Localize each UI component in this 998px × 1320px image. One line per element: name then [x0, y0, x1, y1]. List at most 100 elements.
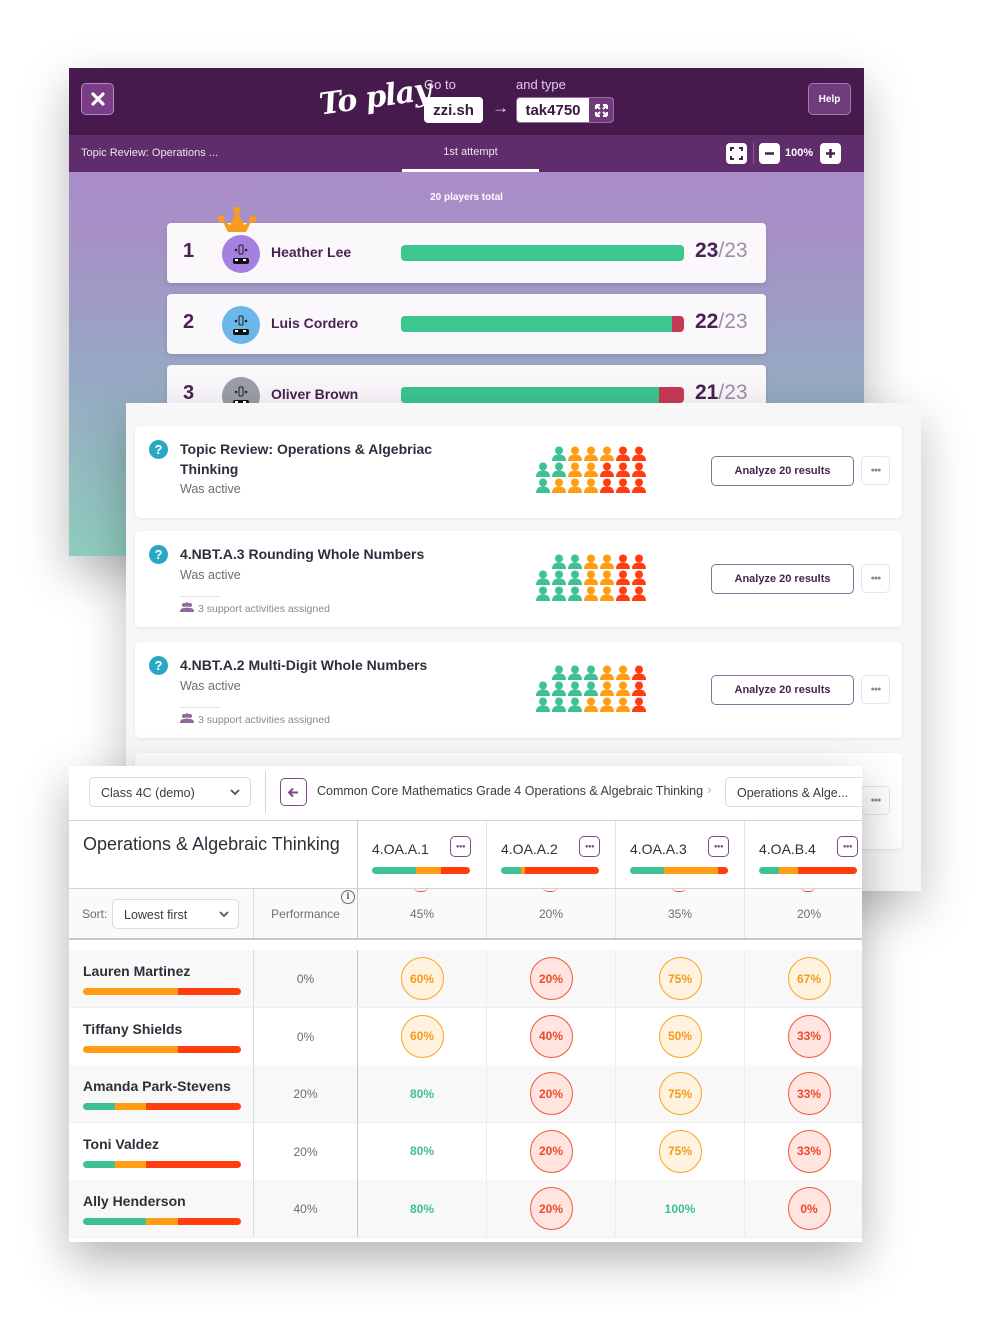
info-icon[interactable]: i — [341, 890, 355, 904]
crown-icon — [217, 206, 257, 232]
more-options-button[interactable]: ●●● — [861, 456, 890, 485]
score-cell[interactable]: 20% — [486, 1065, 615, 1122]
support-activities[interactable]: 3 support activities assigned — [180, 713, 330, 726]
breadcrumb-current[interactable]: Operations & Alge... — [725, 777, 862, 807]
score-cell[interactable]: 33% — [744, 1065, 862, 1122]
person-icon — [583, 665, 599, 680]
strand-title: Operations & Algebraic Thinking — [83, 834, 340, 854]
distribution-segment — [718, 867, 728, 874]
standard-code: 4.OA.A.1 — [372, 841, 429, 857]
distribution-segment — [114, 1160, 147, 1168]
standard-options-button[interactable]: ●●● — [708, 836, 729, 857]
analyze-results-button[interactable]: Analyze 20 results — [711, 564, 854, 594]
activity-card[interactable]: ? Topic Review: Operations & Algebriac Th… — [135, 426, 902, 518]
student-row: Toni Valdez 20% 80% 20% 75% 33% — [69, 1122, 862, 1181]
analyze-results-button[interactable]: Analyze 20 results — [711, 675, 854, 705]
activity-title[interactable]: 4.NBT.A.2 Multi-Digit Whole Numbers — [180, 655, 450, 675]
more-options-button[interactable]: ●●● — [861, 675, 890, 704]
person-icon — [631, 570, 647, 585]
standards-report: Class 4C (demo) Common Core Mathematics … — [69, 766, 862, 1242]
score-cell[interactable]: 20% — [486, 950, 615, 1007]
more-options-button[interactable]: ●●● — [861, 564, 890, 593]
student-name[interactable]: Toni Valdez — [83, 1136, 159, 1152]
distribution-segment — [372, 867, 417, 874]
distribution-segment — [759, 867, 779, 874]
score-badge: 60% — [400, 1014, 444, 1058]
standard-column[interactable]: 4.OA.A.1 ●●● — [357, 821, 486, 888]
score-cell[interactable]: 60% — [357, 1007, 486, 1065]
breadcrumb-path[interactable]: Common Core Mathematics Grade 4 Operatio… — [317, 784, 703, 798]
standard-options-button[interactable]: ●●● — [837, 836, 858, 857]
standard-column[interactable]: 4.OA.A.3 ●●● — [615, 821, 744, 888]
person-icon — [551, 570, 567, 585]
student-row: Ally Henderson 40% 80% 20% 100% 0% — [69, 1180, 862, 1238]
sort-select[interactable]: Lowest first — [112, 899, 239, 929]
analyze-results-button[interactable]: Analyze 20 results — [711, 456, 854, 486]
help-button[interactable]: Help — [808, 83, 851, 115]
student-distribution-bar — [83, 1160, 241, 1168]
ellipsis-icon: ●●● — [870, 575, 882, 582]
student-name[interactable]: Ally Henderson — [83, 1193, 186, 1209]
back-button[interactable] — [280, 778, 307, 806]
person-icon — [551, 681, 567, 696]
student-mastery-icons — [535, 446, 647, 494]
standards-header: Operations & Algebraic Thinking 4.OA.A.1… — [69, 821, 862, 889]
score-cell[interactable]: 80% — [357, 1065, 486, 1122]
fullscreen-button[interactable] — [726, 143, 747, 164]
student-performance: 0% — [253, 1007, 357, 1065]
score-cell[interactable]: 80% — [357, 1180, 486, 1237]
standard-distribution-bar — [630, 867, 728, 874]
score-cell[interactable]: 100% — [615, 1180, 744, 1237]
player-name: Luis Cordero — [271, 315, 359, 331]
standard-column[interactable]: 4.OA.A.2 ●●● — [486, 821, 615, 888]
distribution-segment — [630, 867, 665, 874]
score-cell[interactable]: 20% — [486, 1122, 615, 1180]
score-badge: 20% — [529, 1187, 573, 1230]
more-options-button[interactable]: ●●● — [861, 786, 890, 815]
score-cell[interactable]: 80% — [357, 1122, 486, 1180]
activity-card[interactable]: ? 4.NBT.A.3 Rounding Whole Numbers Was act… — [135, 531, 902, 627]
score-cell[interactable]: 40% — [486, 1007, 615, 1065]
score-cell[interactable]: 60% — [357, 950, 486, 1007]
person-icon — [567, 697, 583, 712]
zoom-in-button[interactable] — [820, 143, 841, 164]
score-cell[interactable]: 50% — [615, 1007, 744, 1065]
student-name[interactable]: Lauren Martinez — [83, 963, 190, 979]
standard-options-button[interactable]: ●●● — [450, 836, 471, 857]
person-icon — [583, 570, 599, 585]
student-name[interactable]: Amanda Park-Stevens — [83, 1078, 231, 1094]
score-cell[interactable]: 33% — [744, 1122, 862, 1180]
student-row: Tiffany Shields 0% 60% 40% 50% 33% — [69, 1007, 862, 1066]
score-cell[interactable]: 0% — [744, 1180, 862, 1237]
activity-title[interactable]: Topic Review: Operations & Algebriac Thi… — [180, 439, 450, 479]
person-icon — [615, 570, 631, 585]
class-select[interactable]: Class 4C (demo) — [89, 777, 251, 807]
activity-card[interactable]: ? 4.NBT.A.2 Multi-Digit Whole Numbers Was … — [135, 642, 902, 738]
distribution-segment — [440, 867, 470, 874]
zoom-out-button[interactable] — [759, 143, 780, 164]
close-button[interactable] — [81, 83, 114, 115]
tab-1st-attempt[interactable]: 1st attempt — [402, 135, 539, 172]
score-cell[interactable]: 67% — [744, 950, 862, 1007]
person-icon — [599, 570, 615, 585]
expand-code-button[interactable] — [589, 98, 613, 122]
score-cell[interactable]: 20% — [486, 1180, 615, 1237]
score-cell[interactable]: 75% — [615, 950, 744, 1007]
score-cell[interactable]: 75% — [615, 1065, 744, 1122]
standard-distribution-bar — [759, 867, 857, 874]
question-icon: ? — [149, 440, 168, 459]
person-icon — [583, 681, 599, 696]
score-badge: 33% — [787, 1129, 831, 1173]
performance-label: Performance — [271, 907, 340, 921]
standard-options-button[interactable]: ●●● — [579, 836, 600, 857]
class-select-value: Class 4C (demo) — [101, 786, 195, 800]
activity-title[interactable]: 4.NBT.A.3 Rounding Whole Numbers — [180, 544, 450, 564]
score-badge: 0% — [787, 1187, 831, 1230]
score-cell[interactable]: 33% — [744, 1007, 862, 1065]
student-name[interactable]: Tiffany Shields — [83, 1021, 182, 1037]
score-cell[interactable]: 75% — [615, 1122, 744, 1180]
person-icon — [615, 681, 631, 696]
standard-column[interactable]: 4.OA.B.4 ●●● — [744, 821, 862, 888]
support-activities[interactable]: 3 support activities assigned — [180, 602, 330, 615]
score-badge: 20% — [529, 957, 573, 1000]
